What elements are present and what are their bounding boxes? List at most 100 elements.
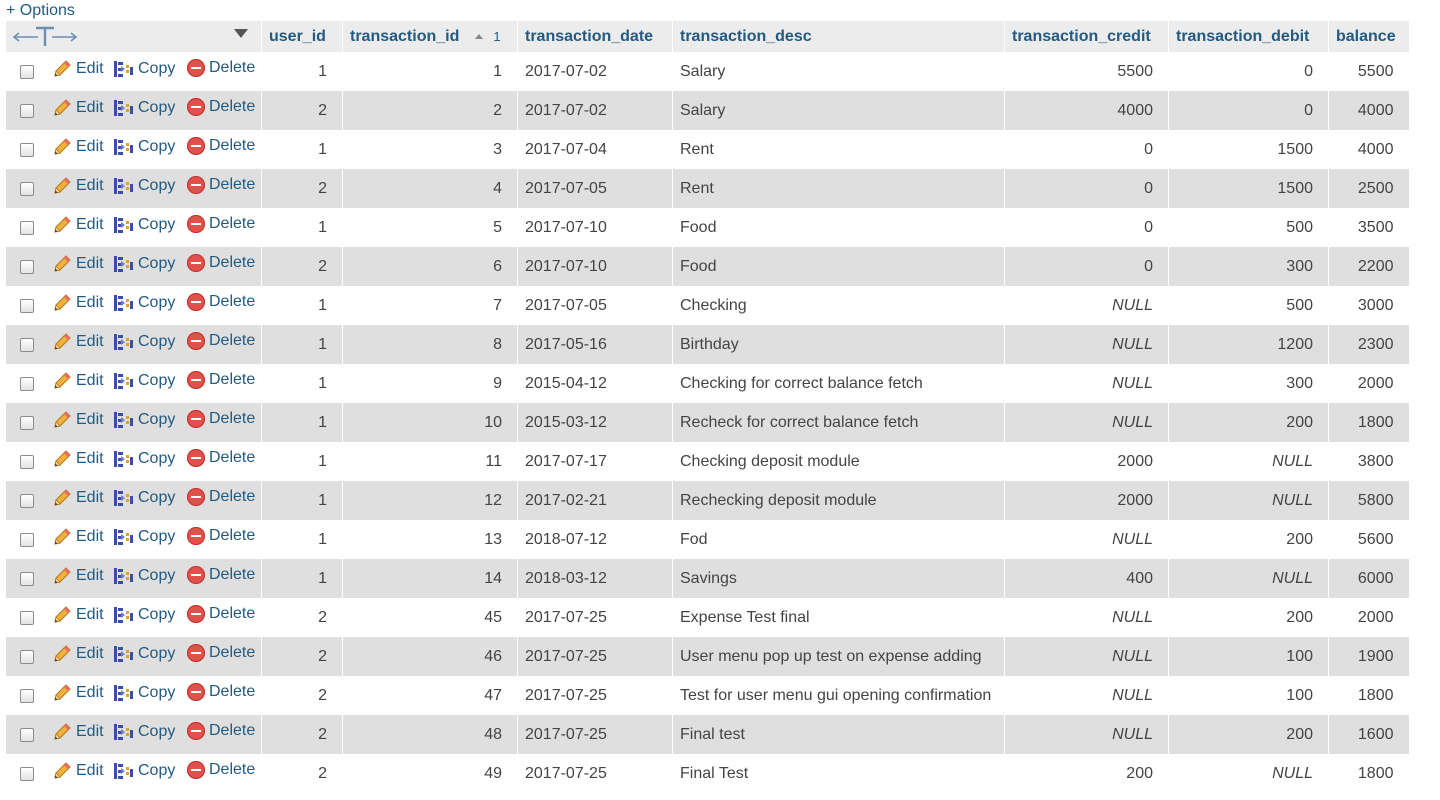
copy-button[interactable]: Copy — [113, 683, 175, 703]
delete-button[interactable]: Delete — [187, 176, 255, 194]
cell-user-id: 2 — [318, 764, 327, 782]
copy-button[interactable]: Copy — [113, 137, 175, 157]
table-row: Edit Copy Delete 1 3 2017-07-04 Rent 0 1… — [5, 130, 1409, 169]
cell-transaction-debit: 300 — [1286, 374, 1313, 392]
delete-button[interactable]: Delete — [187, 137, 255, 155]
edit-button[interactable]: Edit — [52, 605, 104, 625]
table-row: Edit Copy Delete 2 45 2017-07-25 Expense… — [5, 598, 1409, 637]
delete-button[interactable]: Delete — [187, 371, 255, 389]
col-header-balance[interactable]: balance — [1328, 21, 1409, 52]
copy-button[interactable]: Copy — [113, 527, 175, 547]
edit-button[interactable]: Edit — [52, 722, 104, 742]
row-controls: Edit Copy Delete — [6, 520, 262, 559]
copy-button[interactable]: Copy — [113, 59, 175, 79]
row-checkbox[interactable] — [20, 689, 34, 703]
chevron-down-icon[interactable] — [233, 29, 248, 38]
row-checkbox[interactable] — [20, 182, 34, 196]
copy-button[interactable]: Copy — [113, 761, 175, 781]
edit-button[interactable]: Edit — [52, 176, 104, 196]
copy-button[interactable]: Copy — [113, 293, 175, 313]
cell-transaction-date: 2017-07-10 — [525, 257, 607, 275]
delete-button[interactable]: Delete — [187, 644, 255, 662]
delete-button[interactable]: Delete — [187, 410, 255, 428]
delete-button[interactable]: Delete — [187, 332, 255, 350]
col-header-transaction-debit[interactable]: transaction_debit — [1168, 21, 1329, 52]
delete-button[interactable]: Delete — [187, 683, 255, 701]
row-checkbox[interactable] — [20, 338, 34, 352]
row-checkbox[interactable] — [20, 104, 34, 118]
delete-button[interactable]: Delete — [187, 488, 255, 506]
copy-button[interactable]: Copy — [113, 371, 175, 391]
edit-button[interactable]: Edit — [52, 332, 104, 352]
edit-button[interactable]: Edit — [52, 488, 104, 508]
cell-transaction-credit: 0 — [1144, 257, 1153, 275]
edit-button[interactable]: Edit — [52, 644, 104, 664]
delete-button[interactable]: Delete — [187, 98, 255, 116]
col-header-transaction-credit[interactable]: transaction_credit — [1004, 21, 1169, 52]
delete-button[interactable]: Delete — [187, 449, 255, 467]
copy-button[interactable]: Copy — [113, 176, 175, 196]
delete-button[interactable]: Delete — [187, 761, 255, 779]
delete-button[interactable]: Delete — [187, 254, 255, 272]
row-checkbox[interactable] — [20, 455, 34, 469]
copy-button[interactable]: Copy — [113, 722, 175, 742]
copy-button[interactable]: Copy — [113, 410, 175, 430]
edit-button[interactable]: Edit — [52, 371, 104, 391]
row-checkbox[interactable] — [20, 611, 34, 625]
copy-button[interactable]: Copy — [113, 98, 175, 118]
cell-transaction-id: 45 — [484, 608, 502, 626]
edit-button[interactable]: Edit — [52, 137, 104, 157]
pencil-icon — [54, 138, 71, 155]
copy-button[interactable]: Copy — [113, 449, 175, 469]
row-checkbox[interactable] — [20, 260, 34, 274]
edit-button[interactable]: Edit — [52, 215, 104, 235]
table-row: Edit Copy Delete 1 7 2017-07-05 Checking… — [5, 286, 1409, 325]
copy-button[interactable]: Copy — [113, 605, 175, 625]
row-checkbox[interactable] — [20, 572, 34, 586]
copy-button[interactable]: Copy — [113, 566, 175, 586]
copy-button[interactable]: Copy — [113, 254, 175, 274]
column-arrows-icon[interactable] — [12, 25, 78, 47]
row-checkbox[interactable] — [20, 299, 34, 313]
table-row: Edit Copy Delete 2 4 2017-07-05 Rent 0 1… — [5, 169, 1409, 208]
col-header-transaction-date[interactable]: transaction_date — [517, 21, 673, 52]
delete-button[interactable]: Delete — [187, 722, 255, 740]
edit-button[interactable]: Edit — [52, 683, 104, 703]
row-checkbox[interactable] — [20, 533, 34, 547]
row-checkbox[interactable] — [20, 221, 34, 235]
copy-button[interactable]: Copy — [113, 215, 175, 235]
col-header-transaction-id[interactable]: transaction_id 1 — [342, 21, 518, 52]
delete-button[interactable]: Delete — [187, 215, 255, 233]
delete-button[interactable]: Delete — [187, 293, 255, 311]
edit-button[interactable]: Edit — [52, 59, 104, 79]
edit-button[interactable]: Edit — [52, 293, 104, 313]
edit-button[interactable]: Edit — [52, 527, 104, 547]
row-checkbox[interactable] — [20, 65, 34, 79]
col-header-transaction-desc[interactable]: transaction_desc — [672, 21, 1005, 52]
row-checkbox[interactable] — [20, 416, 34, 430]
delete-button[interactable]: Delete — [187, 566, 255, 584]
delete-button[interactable]: Delete — [187, 605, 255, 623]
edit-button[interactable]: Edit — [52, 761, 104, 781]
row-checkbox[interactable] — [20, 728, 34, 742]
row-controls: Edit Copy Delete — [6, 52, 262, 91]
copy-button[interactable]: Copy — [113, 332, 175, 352]
row-checkbox[interactable] — [20, 143, 34, 157]
delete-button[interactable]: Delete — [187, 527, 255, 545]
copy-button[interactable]: Copy — [113, 488, 175, 508]
col-header-user-id[interactable]: user_id — [261, 21, 343, 52]
row-checkbox[interactable] — [20, 377, 34, 391]
edit-button[interactable]: Edit — [52, 98, 104, 118]
edit-button[interactable]: Edit — [52, 410, 104, 430]
edit-button[interactable]: Edit — [52, 449, 104, 469]
row-checkbox[interactable] — [20, 494, 34, 508]
row-checkbox[interactable] — [20, 767, 34, 781]
edit-button[interactable]: Edit — [52, 566, 104, 586]
row-checkbox[interactable] — [20, 650, 34, 664]
delete-button[interactable]: Delete — [187, 59, 255, 77]
options-link[interactable]: + Options — [6, 2, 75, 20]
copy-button[interactable]: Copy — [113, 644, 175, 664]
row-controls: Edit Copy Delete — [6, 442, 262, 481]
edit-button[interactable]: Edit — [52, 254, 104, 274]
delete-icon — [187, 371, 205, 389]
